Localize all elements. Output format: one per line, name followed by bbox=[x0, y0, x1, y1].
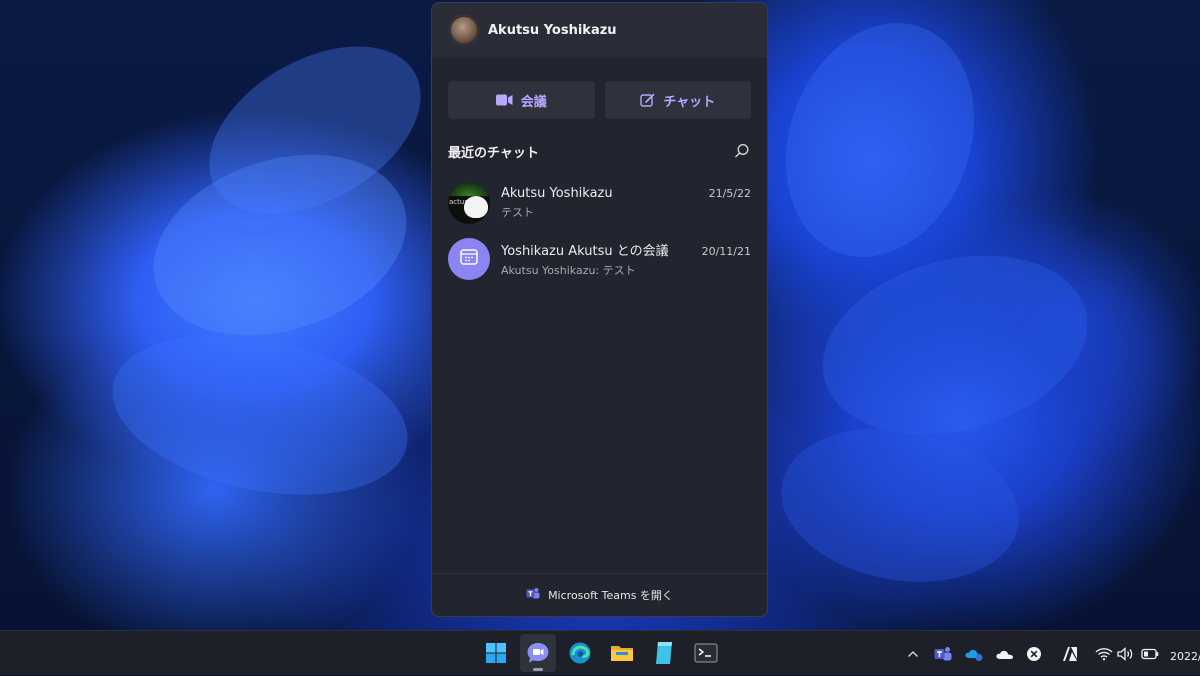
file-explorer-icon[interactable] bbox=[604, 634, 640, 672]
onedrive-sync-icon[interactable] bbox=[963, 631, 985, 676]
chat-preview: Akutsu Yoshikazu: テスト bbox=[501, 264, 636, 277]
clock-date[interactable]: 2022/ bbox=[1170, 650, 1200, 663]
recent-chats-header: 最近のチャット bbox=[432, 119, 767, 161]
chat-preview: テスト bbox=[501, 206, 534, 219]
recent-chats-title: 最近のチャット bbox=[448, 145, 539, 161]
chat-row: Yoshikazu Akutsu との会議 20/11/21 bbox=[501, 240, 751, 259]
user-avatar[interactable] bbox=[449, 15, 479, 45]
chat-date: 20/11/21 bbox=[701, 245, 751, 258]
battery-icon[interactable] bbox=[1140, 631, 1160, 676]
windows-start-icon[interactable] bbox=[478, 634, 514, 672]
new-chat-button-label: チャット bbox=[663, 94, 716, 110]
avatar-grass-decoration bbox=[448, 182, 490, 196]
avatar-character-icon bbox=[464, 196, 488, 218]
wallpaper-petal bbox=[768, 410, 1032, 600]
teams-logo-icon bbox=[526, 587, 540, 603]
wallpaper-petal bbox=[802, 227, 1108, 463]
chat-row: Akutsu Yoshikazu 21/5/22 bbox=[501, 186, 751, 201]
new-chat-button[interactable]: チャット bbox=[604, 81, 751, 119]
list-item[interactable]: actus Akutsu Yoshikazu 21/5/22 テスト bbox=[432, 175, 767, 231]
edge-icon[interactable] bbox=[562, 634, 598, 672]
chat-avatar: actus bbox=[448, 182, 490, 224]
meet-button-label: 会議 bbox=[520, 94, 547, 110]
compose-icon bbox=[640, 93, 655, 108]
terminal-icon[interactable] bbox=[688, 634, 724, 672]
taskbar: 2022/ bbox=[0, 630, 1200, 675]
user-name: Akutsu Yoshikazu bbox=[488, 22, 617, 38]
chat-body: Akutsu Yoshikazu 21/5/22 テスト bbox=[501, 186, 751, 220]
teams-chat-icon[interactable] bbox=[520, 634, 556, 672]
teams-tray-icon[interactable] bbox=[933, 631, 953, 676]
wallpaper-petal bbox=[754, 0, 1006, 284]
search-icon[interactable] bbox=[733, 142, 751, 160]
recent-chat-list: actus Akutsu Yoshikazu 21/5/22 テスト Yoshi… bbox=[432, 175, 767, 287]
open-teams-link[interactable]: Microsoft Teams を開く bbox=[432, 573, 767, 616]
open-teams-label: Microsoft Teams を開く bbox=[548, 589, 673, 602]
list-item[interactable]: Yoshikazu Akutsu との会議 20/11/21 Akutsu Yo… bbox=[432, 231, 767, 287]
meeting-avatar bbox=[448, 238, 490, 280]
wallpaper-petal bbox=[97, 310, 423, 520]
wifi-icon[interactable] bbox=[1094, 631, 1114, 676]
calendar-icon bbox=[459, 247, 479, 271]
chat-name: Akutsu Yoshikazu bbox=[501, 186, 613, 201]
meet-button[interactable]: 会議 bbox=[448, 81, 595, 119]
chevron-up-icon[interactable] bbox=[905, 631, 921, 676]
adobe-icon[interactable] bbox=[1060, 631, 1080, 676]
chat-name: Yoshikazu Akutsu との会議 bbox=[501, 244, 669, 259]
teams-chat-flyout: Akutsu Yoshikazu 会議 チャット 最近のチャット actus A… bbox=[431, 2, 768, 617]
chat-date: 21/5/22 bbox=[708, 187, 751, 200]
notepad-icon[interactable] bbox=[646, 634, 682, 672]
video-camera-icon bbox=[495, 94, 513, 106]
onedrive-icon[interactable] bbox=[994, 631, 1016, 676]
close-circle-icon[interactable] bbox=[1024, 631, 1044, 676]
volume-icon[interactable] bbox=[1116, 631, 1136, 676]
chat-body: Yoshikazu Akutsu との会議 20/11/21 Akutsu Yo… bbox=[501, 240, 751, 278]
flyout-header: Akutsu Yoshikazu bbox=[432, 3, 767, 57]
action-buttons: 会議 チャット bbox=[432, 57, 767, 119]
